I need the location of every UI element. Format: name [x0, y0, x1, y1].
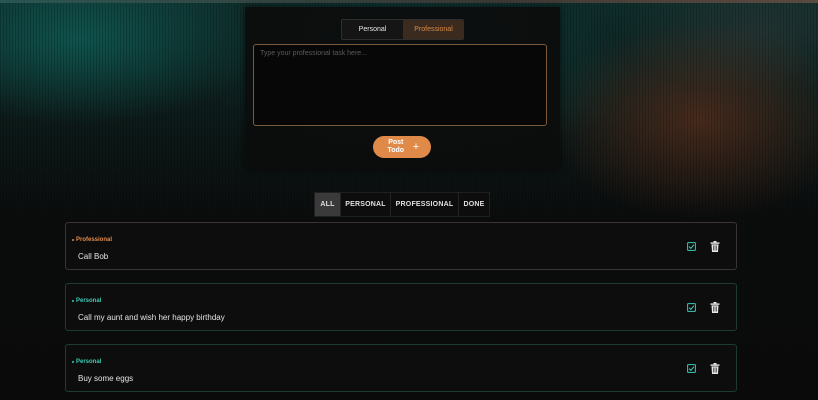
- category-dot-icon: [72, 300, 74, 302]
- toggle-professional[interactable]: Professional: [403, 20, 463, 39]
- toggle-personal[interactable]: Personal: [342, 20, 403, 39]
- trash-icon[interactable]: [710, 302, 720, 313]
- category-dot-icon: [72, 239, 74, 241]
- category-toggle: Personal Professional: [341, 19, 464, 40]
- todo-text: Call Bob: [78, 252, 109, 261]
- todo-item: Personal Buy some eggs: [65, 344, 737, 392]
- filter-tab-professional[interactable]: PROFESSIONAL: [390, 193, 458, 216]
- trash-icon[interactable]: [710, 363, 720, 374]
- task-input[interactable]: [253, 44, 547, 126]
- todo-category-badge: Personal: [72, 359, 101, 365]
- trash-icon[interactable]: [710, 241, 720, 252]
- check-icon[interactable]: [687, 303, 696, 312]
- todo-item: Professional Call Bob: [65, 222, 737, 270]
- todo-composer: Personal Professional PostTodo +: [245, 7, 560, 170]
- check-icon[interactable]: [687, 242, 696, 251]
- todo-text: Call my aunt and wish her happy birthday: [78, 313, 225, 322]
- top-accent-line: [0, 0, 818, 3]
- filter-tabs: ALL PERSONAL PROFESSIONAL DONE: [314, 192, 490, 217]
- filter-tab-done[interactable]: DONE: [458, 193, 489, 216]
- todo-category-badge: Personal: [72, 298, 101, 304]
- todo-category-badge: Professional: [72, 237, 112, 243]
- plus-icon: +: [412, 140, 420, 153]
- todo-text: Buy some eggs: [78, 374, 134, 383]
- post-todo-label: Post Todo: [387, 139, 405, 154]
- check-icon[interactable]: [687, 364, 696, 373]
- post-todo-button[interactable]: Post Todo +: [373, 136, 431, 158]
- filter-tab-personal[interactable]: PERSONAL: [340, 193, 390, 216]
- filter-tab-all[interactable]: ALL: [315, 193, 340, 216]
- todo-item: Personal Call my aunt and wish her happy…: [65, 283, 737, 331]
- category-dot-icon: [72, 361, 74, 363]
